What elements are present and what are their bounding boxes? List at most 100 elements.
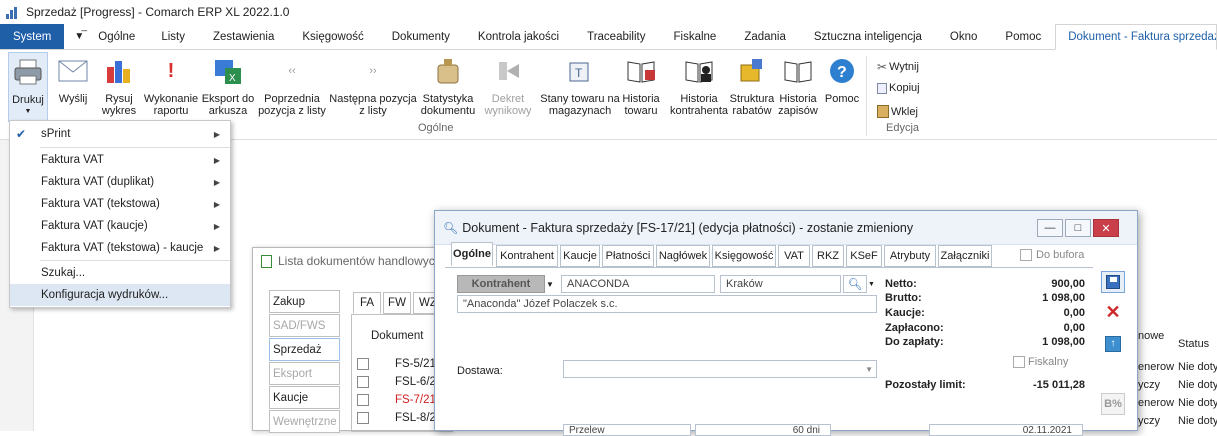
dostawa-select[interactable]: ▼ <box>563 360 877 378</box>
side-tab-sprzedaz[interactable]: Sprzedaż <box>269 338 340 361</box>
column-header-dokument[interactable]: Dokument <box>371 330 423 342</box>
document-list-window[interactable]: Lista dokumentów handlowych Zakup SAD/FW… <box>252 247 453 433</box>
side-tab-sad-fws[interactable]: SAD/FWS <box>269 314 340 337</box>
menu-item-konfiguracja-wydrukow[interactable]: Konfiguracja wydruków... <box>10 284 230 306</box>
menu-dokumenty[interactable]: Dokumenty <box>378 24 464 49</box>
dekret-button[interactable]: Dekret wynikowy <box>478 54 538 117</box>
export-document-button[interactable]: ↑ <box>1101 333 1125 355</box>
menu-fiskalne[interactable]: Fiskalne <box>659 24 730 49</box>
platnosc-select[interactable]: Przelew <box>563 424 691 436</box>
drukuj-button[interactable]: Drukuj ▼ <box>8 52 48 122</box>
fiskalny-checkbox[interactable]: Fiskalny <box>1013 356 1068 368</box>
tab-kaucje[interactable]: Kaucje <box>560 245 600 267</box>
side-tab-zakup[interactable]: Zakup <box>269 290 340 313</box>
list-cell: Nie doty <box>1178 397 1217 409</box>
menu-item-faktura-vat-kaucje[interactable]: Faktura VAT (kaucje) ▶ <box>10 215 230 237</box>
tab-ogolne[interactable]: Ogólne <box>451 242 493 266</box>
statystyka-button[interactable]: Statystyka dokumentu <box>420 54 476 117</box>
tab-fa[interactable]: FA <box>353 292 381 314</box>
tab-ksiegowosc[interactable]: Księgowość <box>712 245 776 267</box>
side-tab-wewnetrzne[interactable]: Wewnętrzne <box>269 410 340 433</box>
quick-access-dropdown[interactable]: ▼̅ <box>64 24 94 49</box>
tab-rkz[interactable]: RKZ <box>812 245 844 267</box>
menu-traceability[interactable]: Traceability <box>573 24 659 49</box>
menu-okno[interactable]: Okno <box>936 24 992 49</box>
do-bufora-checkbox[interactable]: Do bufora <box>1020 249 1084 261</box>
minimize-button[interactable]: — <box>1037 219 1063 237</box>
date-field[interactable]: 02.11.2021 <box>929 424 1083 436</box>
wykonanie-raportu-button[interactable]: ! Wykonanie raportu <box>143 54 199 117</box>
tab-ksef[interactable]: KSeF <box>846 245 882 267</box>
pomoc-button[interactable]: ? Pomoc <box>822 54 862 105</box>
document-window[interactable]: 🔍︎ Dokument - Faktura sprzedaży [FS-17/2… <box>434 210 1138 436</box>
search-doc-icon: 🔍︎ <box>443 220 459 235</box>
poprzednia-pozycja-button[interactable]: ‹‹ Poprzednia pozycja z listy <box>256 54 328 117</box>
maximize-button[interactable]: □ <box>1065 219 1091 237</box>
kontrahent-code-field[interactable]: ANACONDA <box>561 275 715 293</box>
kontrahent-button[interactable]: Kontrahent <box>457 275 545 293</box>
save-button[interactable] <box>1101 271 1125 293</box>
kaucje-value: 0,00 <box>1063 307 1085 319</box>
struktura-rabatow-button[interactable]: Struktura rabatów <box>727 54 777 117</box>
table-row[interactable]: FS-5/21 <box>395 358 436 370</box>
menu-item-szukaj[interactable]: Szukaj... <box>10 262 230 284</box>
tab-kontrahent[interactable]: Kontrahent <box>496 245 558 267</box>
wyslij-button[interactable]: Wyślij <box>55 54 91 105</box>
zaplacono-label: Zapłacono: <box>885 322 944 334</box>
menu-ogolne[interactable]: Ogólne <box>94 24 147 49</box>
tab-dokument-faktura[interactable]: Dokument - Faktura sprzedaży [FS-17/2 <box>1055 24 1217 50</box>
clear-button[interactable]: B% <box>1101 393 1125 415</box>
menu-pomoc[interactable]: Pomoc <box>991 24 1055 49</box>
menu-item-faktura-vat[interactable]: Faktura VAT ▶ <box>10 149 230 171</box>
menu-ksiegowosc[interactable]: Księgowość <box>288 24 377 49</box>
row-checkbox[interactable] <box>357 394 369 406</box>
eksport-button[interactable]: X Eksport do arkusza <box>200 54 256 117</box>
help-icon: ? <box>826 54 858 88</box>
side-tab-kaucje[interactable]: Kaucje <box>269 386 340 409</box>
historia-zapisow-button[interactable]: Historia zapisów <box>776 54 820 117</box>
historia-towaru-button[interactable]: Historia towaru <box>618 54 664 117</box>
kontrahent-city-field[interactable]: Kraków <box>720 275 841 293</box>
title-bar: Sprzedaż [Progress] - Comarch ERP XL 202… <box>0 0 1217 24</box>
search-options-arrow[interactable]: ▼ <box>868 275 876 293</box>
menu-item-faktura-vat-tekstowa-kaucje[interactable]: Faktura VAT (tekstowa) - kaucje ▶ <box>10 237 230 259</box>
kontrahent-search-button[interactable]: 🔍︎ <box>843 275 867 293</box>
nastepna-pozycja-button[interactable]: ›› Następna pozycja z listy <box>328 54 418 117</box>
row-checkbox[interactable] <box>357 412 369 424</box>
tab-vat[interactable]: VAT <box>778 245 810 267</box>
menu-item-faktura-vat-tekstowa[interactable]: Faktura VAT (tekstowa) ▶ <box>10 193 230 215</box>
rysuj-wykres-button[interactable]: Rysuj wykres <box>98 54 140 117</box>
row-checkbox[interactable] <box>357 358 369 370</box>
tab-atrybuty[interactable]: Atrybuty <box>884 245 936 267</box>
menu-item-faktura-vat-duplikat[interactable]: Faktura VAT (duplikat) ▶ <box>10 171 230 193</box>
eksport-label: Eksport do arkusza <box>201 93 255 117</box>
menu-zadania[interactable]: Zadania <box>730 24 800 49</box>
tab-zalaczniki[interactable]: Załączniki <box>938 245 992 267</box>
wytnij-button[interactable]: ✂ Wytnij <box>877 60 919 74</box>
close-button[interactable]: ✕ <box>1093 219 1119 237</box>
kopiuj-button[interactable]: Kopiuj <box>877 82 920 94</box>
termin-field[interactable]: 60 dni <box>695 424 831 436</box>
kontrahent-name-field[interactable]: "Anaconda" Józef Polaczek s.c. <box>457 295 877 313</box>
cancel-button[interactable]: ✕ <box>1101 301 1125 323</box>
menu-kontrola-jakosci[interactable]: Kontrola jakości <box>464 24 573 49</box>
wklej-button[interactable]: Wklej <box>877 105 918 118</box>
tab-platnosci[interactable]: Płatności <box>602 245 654 267</box>
group-edycja-label: Edycja <box>886 122 920 134</box>
historia-kontrahenta-button[interactable]: Historia kontrahenta <box>670 54 728 117</box>
menu-system[interactable]: System <box>0 24 65 49</box>
side-tab-eksport[interactable]: Eksport <box>269 362 340 385</box>
tab-naglowek[interactable]: Nagłówek <box>656 245 710 267</box>
row-checkbox[interactable] <box>357 376 369 388</box>
table-row[interactable]: FSL-8/2 <box>395 412 436 424</box>
historia-towaru-label: Historia towaru <box>622 93 660 117</box>
kontrahent-dropdown-arrow[interactable]: ▼ <box>546 275 554 293</box>
table-row[interactable]: FS-7/21 <box>395 394 436 406</box>
menu-item-sprint[interactable]: ✔ sPrint ▶ <box>10 123 230 145</box>
menu-zestawienia[interactable]: Zestawienia <box>199 24 288 49</box>
tab-fw[interactable]: FW <box>383 292 411 314</box>
menu-sztuczna-inteligencja[interactable]: Sztuczna inteligencja <box>800 24 936 49</box>
stany-towaru-button[interactable]: T Stany towaru na magazynach <box>540 54 620 117</box>
menu-listy[interactable]: Listy <box>147 24 199 49</box>
table-row[interactable]: FSL-6/2 <box>395 376 436 388</box>
